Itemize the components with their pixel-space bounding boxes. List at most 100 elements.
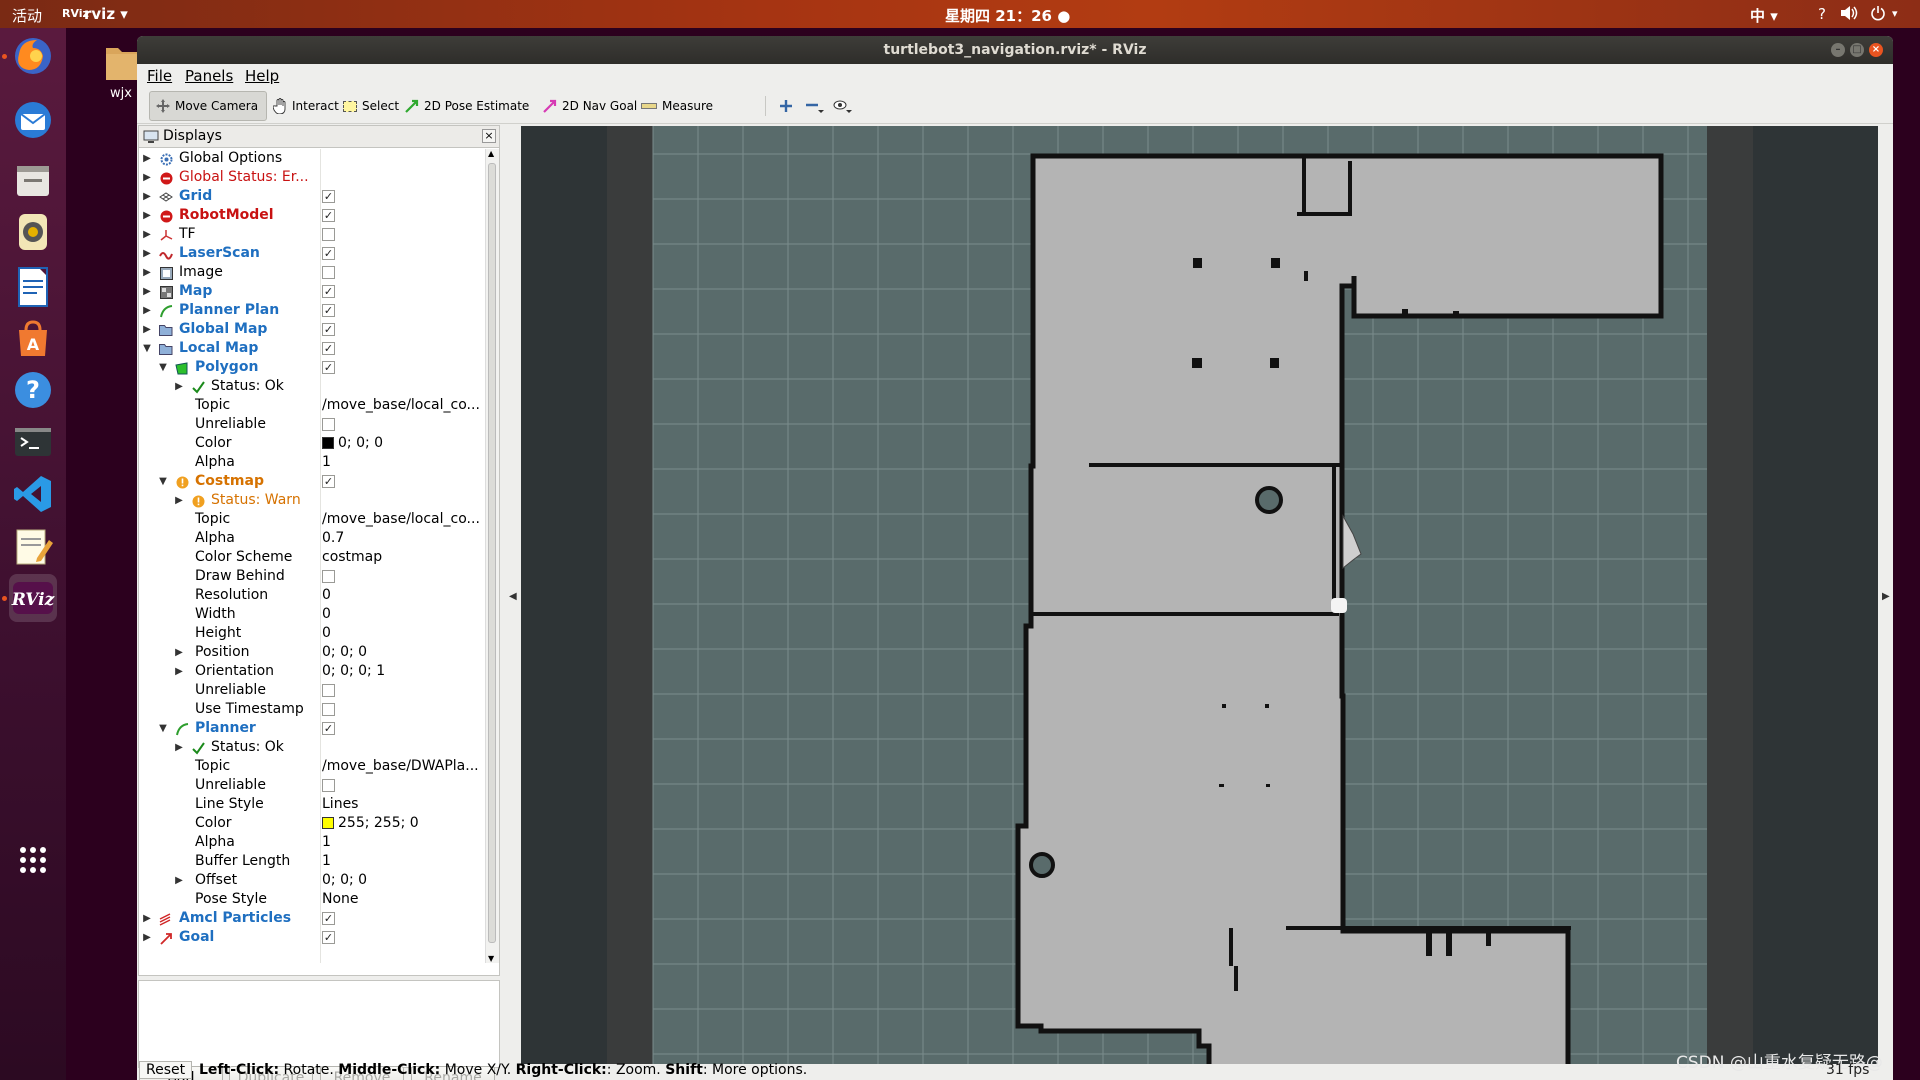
prop-costmap-unreliable[interactable]: Unreliable [139, 681, 485, 700]
reset-button[interactable]: Reset [139, 1061, 193, 1079]
tree-item-polygon[interactable]: ▼ Polygon ✓ [139, 358, 485, 377]
add-tool-button[interactable] [773, 91, 799, 121]
prop-orientation[interactable]: ▶ Orientation 0; 0; 0; 1 [139, 662, 485, 681]
menu-panels[interactable]: Panels [185, 67, 233, 85]
planner-plan-checkbox[interactable]: ✓ [322, 304, 335, 317]
menu-file[interactable]: File [147, 67, 172, 85]
tree-item-global-status[interactable]: ▶ Global Status: Er... [139, 168, 485, 187]
prop-costmap-topic[interactable]: Topic/move_base/local_co... [139, 510, 485, 529]
tf-checkbox[interactable] [322, 228, 335, 241]
prop-resolution[interactable]: Resolution 0 [139, 586, 485, 605]
draw-behind-checkbox[interactable] [322, 570, 335, 583]
polygon-color-swatch[interactable] [322, 437, 334, 449]
grid-checkbox[interactable]: ✓ [322, 190, 335, 203]
collapse-left-icon[interactable]: ◀ [509, 591, 517, 602]
vscode-icon[interactable] [9, 470, 57, 518]
prop-polygon-color[interactable]: Color 0; 0; 0 [139, 434, 485, 453]
prop-planner-color[interactable]: Color 255; 255; 0 [139, 814, 485, 833]
collapse-right-icon[interactable]: ▶ [1882, 591, 1890, 602]
nav-goal-tool[interactable]: 2D Nav Goal [537, 91, 643, 121]
displays-scrollbar[interactable]: ▲ ▼ [485, 149, 499, 963]
tree-item-amcl-particles[interactable]: ▶ Amcl Particles ✓ [139, 909, 485, 928]
minimize-icon[interactable]: – [1831, 43, 1845, 57]
tree-item-robotmodel[interactable]: ▶ RobotModel ✓ [139, 206, 485, 225]
map-checkbox[interactable]: ✓ [322, 285, 335, 298]
rhythmbox-icon[interactable] [9, 208, 57, 256]
tree-item-goal[interactable]: ▶ Goal ✓ [139, 928, 485, 947]
render-viewport[interactable] [521, 126, 1878, 1064]
prop-planner-topic[interactable]: Topic/move_base/DWAPla... [139, 757, 485, 776]
measure-tool[interactable]: Measure [635, 91, 719, 121]
prop-draw-behind[interactable]: Draw Behind [139, 567, 485, 586]
tree-item-grid[interactable]: ▶ Grid ✓ [139, 187, 485, 206]
help-icon[interactable]: ? [9, 366, 57, 414]
clock[interactable]: 星期四 21：26 ● [945, 5, 1070, 26]
planner-color-swatch[interactable] [322, 817, 334, 829]
tree-item-planner[interactable]: ▼ Planner ✓ [139, 719, 485, 738]
planner-checkbox[interactable]: ✓ [322, 722, 335, 735]
maximize-icon[interactable]: □ [1850, 43, 1864, 57]
polygon-checkbox[interactable]: ✓ [322, 361, 335, 374]
prop-color-scheme[interactable]: Color Scheme costmap [139, 548, 485, 567]
close-icon[interactable]: × [1869, 43, 1883, 57]
tree-item-tf[interactable]: ▶ TF [139, 225, 485, 244]
prop-use-timestamp[interactable]: Use Timestamp [139, 700, 485, 719]
tree-item-laserscan[interactable]: ▶ LaserScan ✓ [139, 244, 485, 263]
laserscan-checkbox[interactable]: ✓ [322, 247, 335, 260]
planner-unreliable-checkbox[interactable] [322, 779, 335, 792]
files-icon[interactable] [9, 156, 57, 204]
tree-item-image[interactable]: ▶ Image [139, 263, 485, 282]
show-applications-icon[interactable] [9, 836, 57, 884]
activities-button[interactable]: 活动 [12, 5, 42, 26]
costmap-unreliable-checkbox[interactable] [322, 684, 335, 697]
costmap-checkbox[interactable]: ✓ [322, 475, 335, 488]
pose-estimate-tool[interactable]: 2D Pose Estimate [399, 91, 535, 121]
prop-costmap-alpha[interactable]: Alpha 0.7 [139, 529, 485, 548]
menu-help[interactable]: Help [245, 67, 279, 85]
tree-item-costmap-status[interactable]: ▶ Status: Warn [139, 491, 485, 510]
tree-item-map[interactable]: ▶ Map ✓ [139, 282, 485, 301]
help-indicator[interactable]: ? [1818, 5, 1826, 23]
select-tool[interactable]: Select [337, 91, 405, 121]
global-map-checkbox[interactable]: ✓ [322, 323, 335, 336]
panel-close-icon[interactable]: × [482, 129, 496, 143]
goal-checkbox[interactable]: ✓ [322, 931, 335, 944]
terminal-icon[interactable] [9, 418, 57, 466]
image-checkbox[interactable] [322, 266, 335, 279]
tree-item-global-options[interactable]: ▶ Global Options [139, 149, 485, 168]
amcl-particles-checkbox[interactable]: ✓ [322, 912, 335, 925]
prop-line-style[interactable]: Line Style Lines [139, 795, 485, 814]
thunderbird-icon[interactable] [9, 96, 57, 144]
prop-width[interactable]: Width 0 [139, 605, 485, 624]
prop-pose-style[interactable]: Pose Style None [139, 890, 485, 909]
prop-planner-alpha[interactable]: Alpha 1 [139, 833, 485, 852]
firefox-icon[interactable] [9, 32, 57, 80]
view-tool-menu[interactable] [827, 91, 859, 121]
prop-height[interactable]: Height 0 [139, 624, 485, 643]
speaker-icon[interactable] [1840, 5, 1858, 25]
tree-item-polygon-status[interactable]: ▶ Status: Ok [139, 377, 485, 396]
software-center-icon[interactable]: A [9, 314, 57, 362]
prop-polygon-unreliable[interactable]: Unreliable [139, 415, 485, 434]
tree-item-costmap[interactable]: ▼ Costmap ✓ [139, 472, 485, 491]
polygon-unreliable-checkbox[interactable] [322, 418, 335, 431]
prop-polygon-alpha[interactable]: Alpha 1 [139, 453, 485, 472]
prop-buffer-length[interactable]: Buffer Length 1 [139, 852, 485, 871]
prop-polygon-topic[interactable]: Topic/move_base/local_co... [139, 396, 485, 415]
move-camera-tool[interactable]: Move Camera [149, 91, 267, 121]
tree-item-local-map[interactable]: ▼ Local Map ✓ [139, 339, 485, 358]
local-map-checkbox[interactable]: ✓ [322, 342, 335, 355]
prop-planner-unreliable[interactable]: Unreliable [139, 776, 485, 795]
rviz-icon[interactable]: RViz [9, 574, 57, 622]
tree-item-planner-status[interactable]: ▶ Status: Ok [139, 738, 485, 757]
text-editor-icon[interactable] [9, 522, 57, 570]
tree-item-planner-plan[interactable]: ▶ Planner Plan ✓ [139, 301, 485, 320]
interact-tool[interactable]: Interact [267, 91, 345, 121]
use-timestamp-checkbox[interactable] [322, 703, 335, 716]
input-method-indicator[interactable]: 中 ▾ [1750, 5, 1778, 26]
prop-offset[interactable]: ▶ Offset 0; 0; 0 [139, 871, 485, 890]
power-icon[interactable] [1870, 5, 1886, 25]
prop-position[interactable]: ▶ Position 0; 0; 0 [139, 643, 485, 662]
app-menu-button[interactable]: rviz ▾ [84, 5, 128, 23]
writer-icon[interactable] [9, 262, 57, 310]
